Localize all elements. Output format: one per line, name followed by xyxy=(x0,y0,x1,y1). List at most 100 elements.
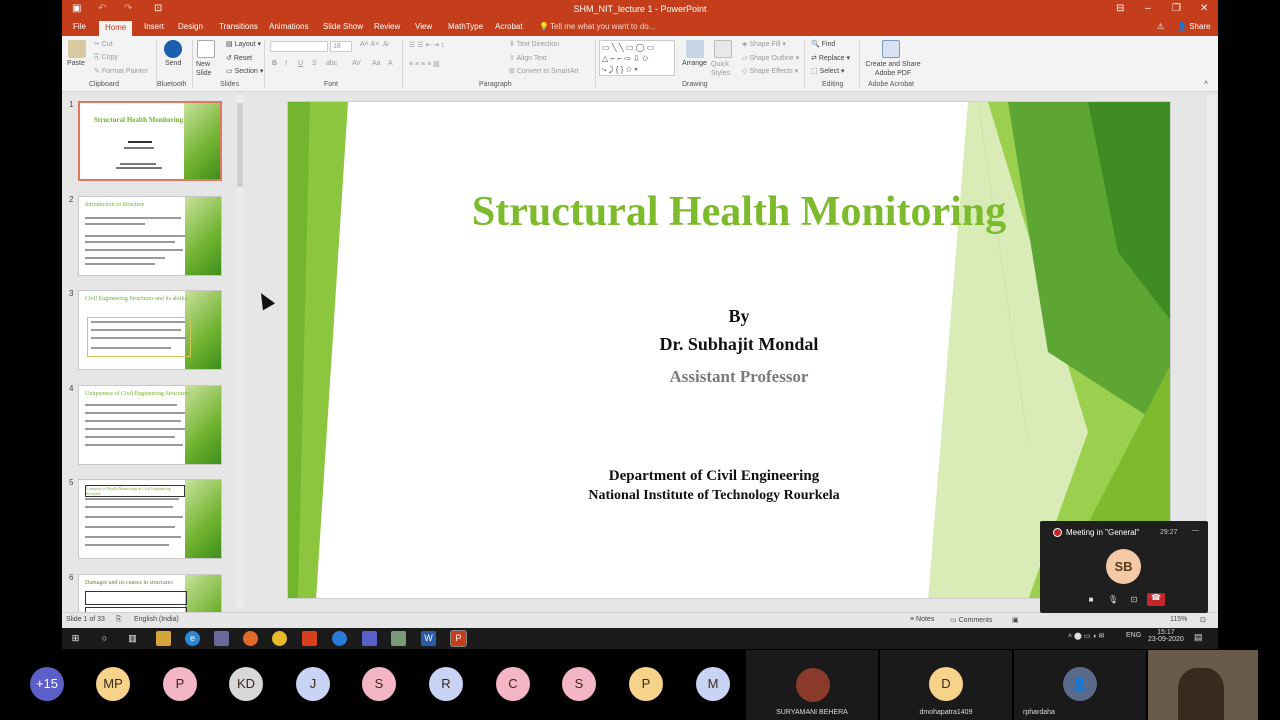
notification-icon[interactable]: ▤ xyxy=(1194,632,1203,643)
participant-avatar[interactable]: M xyxy=(696,667,730,701)
italic-icon[interactable]: I xyxy=(285,60,287,67)
participant-avatar[interactable]: J xyxy=(296,667,330,701)
tab-file[interactable]: File xyxy=(73,22,86,31)
tab-review[interactable]: Review xyxy=(374,22,400,31)
chrome-icon[interactable] xyxy=(272,631,287,646)
slide-thumbnail-4[interactable]: Uniqueness of Civil Engineering Structur… xyxy=(78,385,222,465)
edge-icon[interactable]: e xyxy=(185,631,200,646)
shape-outline-button[interactable]: ▱ Shape Outline ▾ xyxy=(742,54,799,62)
fit-slide-icon[interactable]: ⊡ xyxy=(1200,616,1206,624)
shape-effects-button[interactable]: ◇ Shape Effects ▾ xyxy=(742,67,798,75)
close-icon[interactable]: ✕ xyxy=(1200,3,1208,14)
tab-home[interactable]: Home xyxy=(99,21,133,36)
paste-icon[interactable] xyxy=(68,40,86,58)
language-indicator[interactable]: English (India) xyxy=(134,616,179,623)
tell-me-input[interactable]: Tell me what you want to do... xyxy=(550,22,655,31)
task-view-icon[interactable]: ▥ xyxy=(125,631,140,646)
tab-insert[interactable]: Insert xyxy=(144,22,164,31)
zoom-level[interactable]: 115% xyxy=(1170,616,1187,623)
replace-button[interactable]: ⇄ Replace ▾ xyxy=(811,54,850,62)
tray-icons[interactable]: ˄ ⬤ ▭ ◖ ✉ xyxy=(1068,632,1104,640)
slide-scrollbar[interactable] xyxy=(1207,95,1216,600)
spellcheck-icon[interactable]: ⎘ xyxy=(116,616,122,624)
quick-styles-button[interactable]: Quick Styles xyxy=(711,60,737,78)
participant-avatar[interactable]: KD xyxy=(229,667,263,701)
tab-design[interactable]: Design xyxy=(178,22,203,31)
slide-thumbnail-1[interactable]: Structural Health Monitoring xyxy=(78,101,222,181)
cut-button[interactable]: ✂ Cut xyxy=(94,40,113,48)
teams-icon[interactable] xyxy=(362,631,377,646)
ribbon-display-icon[interactable]: ⊟ xyxy=(1116,3,1124,14)
underline-icon[interactable]: U xyxy=(298,60,303,67)
select-button[interactable]: ⬚ Select ▾ xyxy=(811,67,845,75)
slide-thumbnail-2[interactable]: Introduction to Structure xyxy=(78,196,222,276)
alignment-icons[interactable]: ≡ ≡ ≡ ≡ ▥ xyxy=(409,60,440,68)
text-direction-button[interactable]: ⇕ Text Direction xyxy=(509,40,559,48)
minimize-meeting-icon[interactable]: — xyxy=(1192,527,1199,534)
paste-button[interactable]: Paste xyxy=(67,60,85,67)
send-button[interactable]: Send xyxy=(165,60,181,67)
clock[interactable]: 15:17 23-09-2020 xyxy=(1148,629,1184,643)
file-explorer-icon[interactable] xyxy=(156,631,171,646)
change-case-icon[interactable]: Aa xyxy=(372,60,381,67)
share-button[interactable]: 👤 Share xyxy=(1177,22,1211,31)
restore-icon[interactable]: ❐ xyxy=(1172,3,1181,14)
bullets-icon[interactable]: ☰ ☰ ⇤ ⇥ ↕ xyxy=(409,41,445,49)
tab-acrobat[interactable]: Acrobat xyxy=(495,22,523,31)
participant-avatar[interactable]: P xyxy=(163,667,197,701)
overflow-count[interactable]: +15 xyxy=(30,667,64,701)
arrange-button[interactable]: Arrange xyxy=(682,60,707,67)
participant-avatar[interactable]: R xyxy=(429,667,463,701)
word-icon[interactable]: W xyxy=(421,631,436,646)
shape-fill-button[interactable]: ◈ Shape Fill ▾ xyxy=(742,40,786,48)
reset-button[interactable]: ↺ Reset xyxy=(226,54,252,62)
meeting-popup[interactable]: Meeting in "General" 29:27 — SB ■ 🎙 ⊡ ☎ xyxy=(1040,521,1208,613)
minimize-icon[interactable]: – xyxy=(1145,3,1151,14)
current-slide[interactable]: Structural Health Monitoring By Dr. Subh… xyxy=(287,101,1171,599)
font-color-icon[interactable]: A xyxy=(388,60,393,67)
create-share-pdf-button[interactable]: Create and Share Adobe PDF xyxy=(862,60,924,78)
slide-thumbnail-5[interactable]: Examples of Health Monitoring in Civil E… xyxy=(78,479,222,559)
section-button[interactable]: ▭ Section ▾ xyxy=(226,67,263,75)
hang-up-button[interactable]: ☎ xyxy=(1147,593,1165,606)
font-name-input[interactable] xyxy=(270,41,328,52)
new-slide-icon[interactable] xyxy=(197,40,215,58)
participant-avatar[interactable]: S xyxy=(562,667,596,701)
char-spacing-icon[interactable]: AV xyxy=(352,60,361,67)
tab-slide-show[interactable]: Slide Show xyxy=(323,22,363,31)
notes-button[interactable]: ≡ Notes xyxy=(910,616,934,623)
windows-start-icon[interactable]: ⊞ xyxy=(68,631,83,646)
tab-mathtype[interactable]: MathType xyxy=(448,22,483,31)
quick-styles-icon[interactable] xyxy=(714,40,732,58)
format-painter-button[interactable]: ✎ Format Painter xyxy=(94,67,148,75)
participant-tile[interactable]: 👤 rphardaha xyxy=(1014,650,1146,720)
shapes-gallery[interactable]: ▭ ╲ ╲ ▭ ◯ ▭ △ ⌐ ⌐ ⇨ ⇩ ✩ ⤷ ⤸ { } ☆ ▾ xyxy=(599,40,675,76)
participant-tile[interactable]: SURYAMANI BEHERA xyxy=(746,650,878,720)
powerpoint-icon[interactable]: P xyxy=(450,630,467,647)
participant-avatar[interactable]: P xyxy=(629,667,663,701)
bold-icon[interactable]: B xyxy=(272,60,277,67)
camera-icon[interactable]: ■ xyxy=(1085,595,1097,605)
tab-transitions[interactable]: Transitions xyxy=(219,22,258,31)
tab-animations[interactable]: Animations xyxy=(269,22,309,31)
font-size-controls[interactable]: A˄ A˅ A̷ xyxy=(360,41,388,48)
copy-button[interactable]: ⎘ Copy xyxy=(94,54,118,62)
firefox-icon[interactable] xyxy=(243,631,258,646)
align-text-button[interactable]: ⇳ Align Text xyxy=(509,54,547,62)
thumbnails-scrollbar[interactable] xyxy=(236,95,244,607)
pdf-icon[interactable] xyxy=(882,40,900,58)
participant-avatar[interactable]: S xyxy=(362,667,396,701)
office-icon[interactable] xyxy=(302,631,317,646)
strikethrough-icon[interactable]: abc xyxy=(326,60,337,67)
slide-thumbnail-3[interactable]: Civil Engineering Structures and its abi… xyxy=(78,290,222,370)
normal-view-icon[interactable]: ▣ xyxy=(1012,616,1019,624)
app-icon[interactable] xyxy=(214,631,229,646)
app-icon[interactable] xyxy=(332,631,347,646)
self-video[interactable] xyxy=(1148,650,1258,720)
font-size-input[interactable]: 18 xyxy=(330,41,352,52)
participant-avatar[interactable]: C xyxy=(496,667,530,701)
slide-thumbnail-6[interactable]: Damages and its causes in structures xyxy=(78,574,222,612)
tab-view[interactable]: View xyxy=(415,22,432,31)
search-icon[interactable]: ○ xyxy=(97,631,112,646)
find-button[interactable]: 🔍 Find xyxy=(811,40,835,48)
